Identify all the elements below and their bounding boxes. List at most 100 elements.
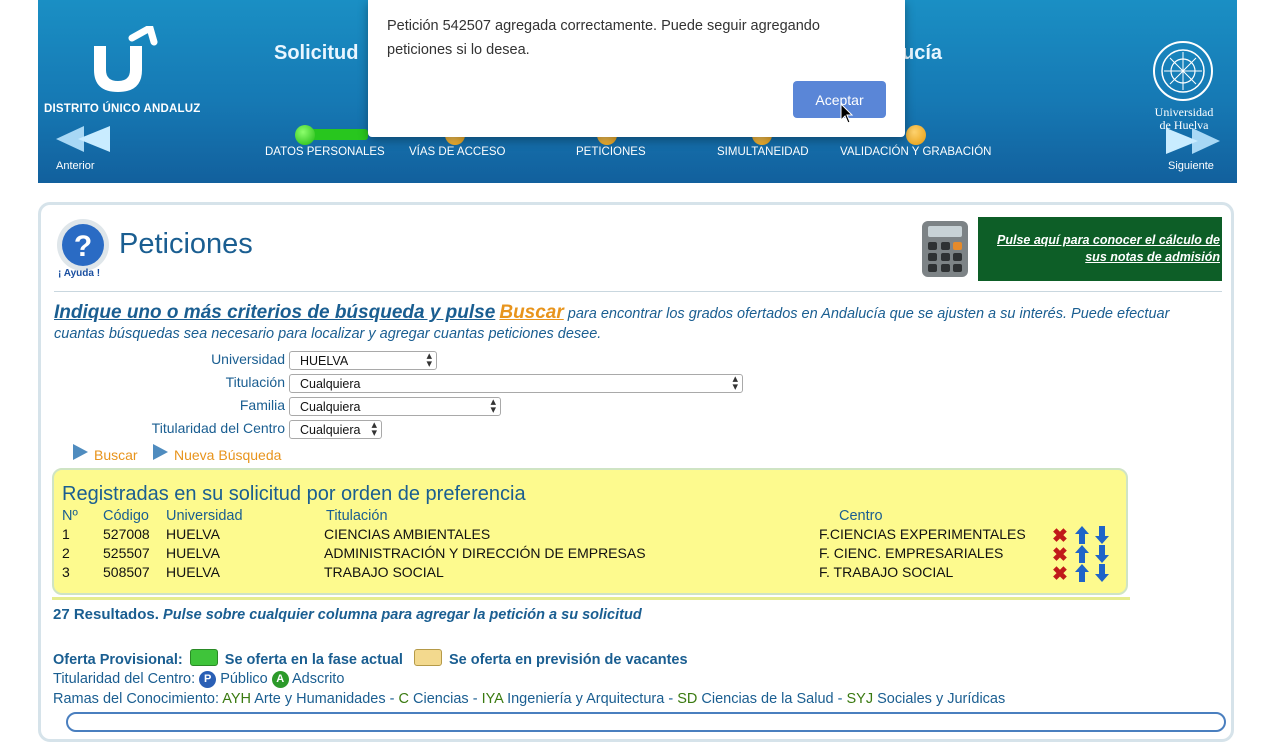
- oferta-prevision-label: Se oferta en previsión de vacantes: [449, 652, 688, 668]
- rama-separator: -: [837, 691, 843, 707]
- buscar-link[interactable]: Buscar: [94, 447, 138, 463]
- buscar-arrow-icon[interactable]: [73, 444, 88, 460]
- column-header-centro: Centro: [839, 508, 883, 524]
- select-caret-icon: ▴ ▾: [371, 419, 377, 439]
- oferta-prevision-swatch: [413, 649, 442, 666]
- row-titulacion: CIENCIAS AMBIENTALES: [324, 526, 491, 542]
- familia-select[interactable]: Cualquiera ▴ ▾: [289, 397, 501, 416]
- rama-code: SD: [677, 691, 698, 707]
- column-header-universidad: Universidad: [166, 508, 243, 524]
- move-down-arrow-icon[interactable]: [1095, 545, 1109, 563]
- adscrito-badge-icon: A: [271, 671, 289, 688]
- titulacion-select[interactable]: Cualquiera ▴ ▾: [289, 374, 743, 393]
- dua-logo-icon: [94, 26, 158, 92]
- oferta-label: Oferta Provisional:: [53, 652, 183, 668]
- universidad-select-value: HUELVA: [300, 354, 349, 368]
- help-label[interactable]: ¡ Ayuda !: [58, 268, 100, 279]
- divider: [54, 291, 1222, 292]
- brand-text: DISTRITO ÚNICO ANDALUZ: [44, 103, 201, 115]
- alert-dialog: Petición 542507 agregada correctamente. …: [368, 0, 905, 137]
- row-n: 2: [62, 545, 70, 561]
- admission-grade-banner[interactable]: Pulse aquí para conocer el cálculo de su…: [978, 217, 1222, 281]
- step-label-datos-personales[interactable]: DATOS PERSONALES: [265, 146, 385, 158]
- column-header-titulacion: Titulación: [326, 508, 388, 524]
- rama-code: IYA: [481, 691, 504, 707]
- titulacion-select-value: Cualquiera: [300, 377, 361, 391]
- university-name: Universidad de Huelva: [1154, 105, 1214, 132]
- delete-icon[interactable]: ✖: [1052, 546, 1068, 565]
- row-n: 1: [62, 526, 70, 542]
- familia-label: Familia: [239, 397, 285, 413]
- rama-name: Ciencias de la Salud: [701, 691, 834, 707]
- titularidad-legend-label: Titularidad del Centro:: [53, 671, 196, 687]
- publico-badge-icon: P: [199, 671, 217, 688]
- header-title: Solicitud: [274, 42, 359, 64]
- instructions-heading: Indique uno o más criterios de búsqueda …: [54, 302, 496, 323]
- delete-icon[interactable]: ✖: [1052, 565, 1068, 584]
- step-label-peticiones[interactable]: PETICIONES: [576, 146, 646, 158]
- instructions-buscar-link[interactable]: Buscar: [499, 302, 563, 323]
- move-up-arrow-icon[interactable]: [1075, 526, 1089, 544]
- help-icon[interactable]: ?: [56, 218, 110, 272]
- row-centro: F.CIENCIAS EXPERIMENTALES: [819, 526, 1026, 542]
- row-centro: F. CIENC. EMPRESARIALES: [819, 545, 1004, 561]
- row-universidad: HUELVA: [166, 526, 220, 542]
- ramas-label: Ramas del Conocimiento:: [53, 691, 220, 707]
- dialog-message: Petición 542507 agregada correctamente. …: [387, 18, 820, 58]
- titularidad-select[interactable]: Cualquiera ▴ ▾: [289, 420, 382, 439]
- previous-arrow-icon[interactable]: [54, 124, 114, 154]
- row-codigo: 527008: [103, 526, 150, 542]
- select-caret-icon: ▴ ▾: [732, 373, 738, 393]
- header-title-suffix: ucía: [902, 42, 943, 64]
- row-codigo: 508507: [103, 564, 150, 580]
- move-up-arrow-icon[interactable]: [1075, 545, 1089, 563]
- ramas-legend: Ramas del Conocimiento: AYH Arte y Human…: [53, 691, 1005, 707]
- row-universidad: HUELVA: [166, 564, 220, 580]
- rama-name: Ingeniería y Arquitectura: [507, 691, 665, 707]
- step-label-validacion[interactable]: VALIDACIÓN Y GRABACIÓN: [840, 146, 991, 158]
- row-centro: F. TRABAJO SOCIAL: [819, 564, 954, 580]
- rama-separator: -: [472, 691, 478, 707]
- titularidad-legend: Titularidad del Centro: P Público A Adsc…: [53, 671, 344, 688]
- nueva-busqueda-arrow-icon[interactable]: [153, 444, 168, 460]
- registered-shadow: [52, 597, 1130, 600]
- results-line: 27 Resultados. Pulse sobre cualquier col…: [53, 606, 642, 623]
- next-label[interactable]: Siguiente: [1168, 160, 1214, 172]
- row-titulacion: TRABAJO SOCIAL: [324, 564, 444, 580]
- rama-name: Sociales y Jurídicas: [877, 691, 1006, 707]
- move-down-arrow-icon[interactable]: [1095, 526, 1109, 544]
- titularidad-label: Titularidad del Centro: [151, 420, 285, 436]
- titularidad-select-value: Cualquiera: [300, 423, 361, 437]
- step-dot-datos-personales[interactable]: [295, 125, 315, 145]
- row-codigo: 525507: [103, 545, 150, 561]
- rama-name: Arte y Humanidades: [254, 691, 386, 707]
- results-panel-top: [66, 712, 1226, 732]
- rama-code: AYH: [222, 691, 252, 707]
- university-seal-icon: [1153, 41, 1213, 101]
- step-label-vias-acceso[interactable]: VÍAS DE ACCESO: [409, 146, 506, 158]
- step-dot-validacion[interactable]: [906, 125, 926, 145]
- move-down-arrow-icon[interactable]: [1095, 564, 1109, 582]
- familia-select-value: Cualquiera: [300, 400, 361, 414]
- titulacion-label: Titulación: [225, 374, 285, 390]
- step-label-simultaneidad[interactable]: SIMULTANEIDAD: [717, 146, 809, 158]
- search-instructions: Indique uno o más criterios de búsqueda …: [54, 303, 1224, 344]
- calculator-icon[interactable]: [921, 220, 969, 278]
- select-caret-icon: ▴ ▾: [426, 350, 432, 370]
- page-title: Peticiones: [119, 228, 253, 260]
- rama-separator: -: [668, 691, 674, 707]
- column-header-n: Nº: [62, 508, 78, 524]
- previous-label[interactable]: Anterior: [56, 160, 95, 172]
- universidad-select[interactable]: HUELVA ▴ ▾: [289, 351, 437, 370]
- row-titulacion: ADMINISTRACIÓN Y DIRECCIÓN DE EMPRESAS: [324, 545, 646, 561]
- publico-label: Público: [220, 671, 268, 687]
- rama-separator: -: [389, 691, 395, 707]
- oferta-actual-swatch: [189, 649, 218, 666]
- results-hint: Pulse sobre cualquier columna para agreg…: [163, 607, 642, 623]
- move-up-arrow-icon[interactable]: [1075, 564, 1089, 582]
- column-header-codigo: Código: [103, 508, 149, 524]
- registered-title: Registradas en su solicitud por orden de…: [62, 483, 526, 505]
- universidad-label: Universidad: [211, 351, 285, 367]
- delete-icon[interactable]: ✖: [1052, 527, 1068, 546]
- nueva-busqueda-link[interactable]: Nueva Búsqueda: [174, 447, 281, 463]
